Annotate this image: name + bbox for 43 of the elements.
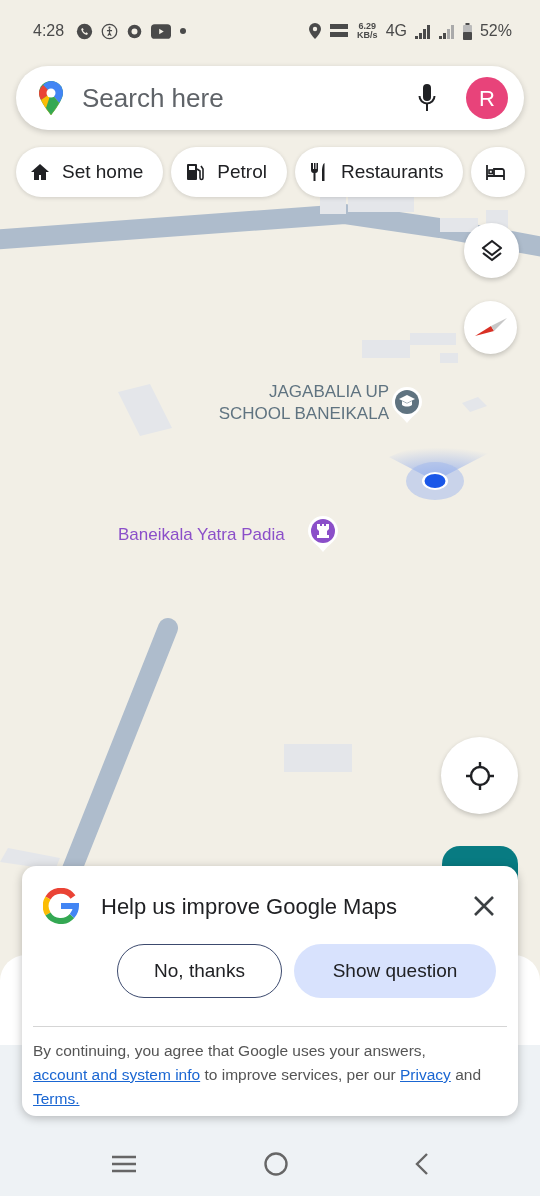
google-logo-icon [43, 888, 79, 924]
network-type: 4G [385, 21, 407, 41]
category-chip[interactable]: Restaurants [294, 147, 464, 197]
category-chip[interactable]: Petrol [171, 147, 287, 197]
bed-icon [485, 162, 506, 182]
accessibility-icon [101, 22, 119, 40]
whatsapp-icon [76, 22, 94, 40]
maps-pin-logo-icon [38, 80, 64, 116]
microphone-icon[interactable] [418, 84, 436, 112]
close-button[interactable] [473, 895, 495, 917]
building [440, 218, 478, 232]
status-time: 4:28 [33, 21, 65, 41]
profile-avatar[interactable]: R [466, 77, 508, 119]
place-label[interactable]: Baneikala Yatra Padia [118, 524, 308, 546]
decline-button[interactable]: No, thanks [117, 944, 282, 998]
landmark-pin-icon[interactable] [306, 514, 340, 554]
crosshair-icon [464, 760, 495, 791]
speed-unit: KB/s [357, 31, 378, 40]
show-question-button[interactable]: Show question [294, 944, 496, 998]
text-link[interactable]: Privacy [400, 1066, 451, 1083]
battery-level: 52% [479, 21, 512, 41]
dialog-title: Help us improve Google Maps [101, 892, 397, 921]
signal-icon [438, 23, 455, 39]
place-label[interactable]: JAGABALIA UP SCHOOL BANEIKALA [214, 381, 389, 425]
chrome-icon [126, 22, 144, 40]
disclaimer-text: By continuing, you agree that Google uses your answers, account and system info to improve services, per our Privacy and Terms. [33, 1041, 482, 1109]
school-pin-icon[interactable] [390, 385, 424, 425]
notification-dot-icon [179, 27, 188, 35]
text-link[interactable]: account and system info [33, 1066, 201, 1083]
menu-icon[interactable] [111, 1155, 137, 1173]
battery-icon [462, 22, 472, 40]
search-bar[interactable]: Search here R [16, 66, 524, 130]
home-icon [30, 162, 50, 182]
category-chip[interactable]: Set home [16, 147, 164, 197]
close-icon [473, 895, 495, 917]
back-icon[interactable] [415, 1152, 429, 1176]
fuel-pump-icon [185, 162, 206, 182]
text-link[interactable]: Terms. [33, 1090, 80, 1107]
signal-icon [414, 23, 431, 39]
speed-value: 6.29 [357, 22, 378, 31]
home-circle-icon[interactable] [263, 1151, 289, 1177]
compass-icon [474, 317, 507, 338]
location-icon [309, 23, 322, 39]
